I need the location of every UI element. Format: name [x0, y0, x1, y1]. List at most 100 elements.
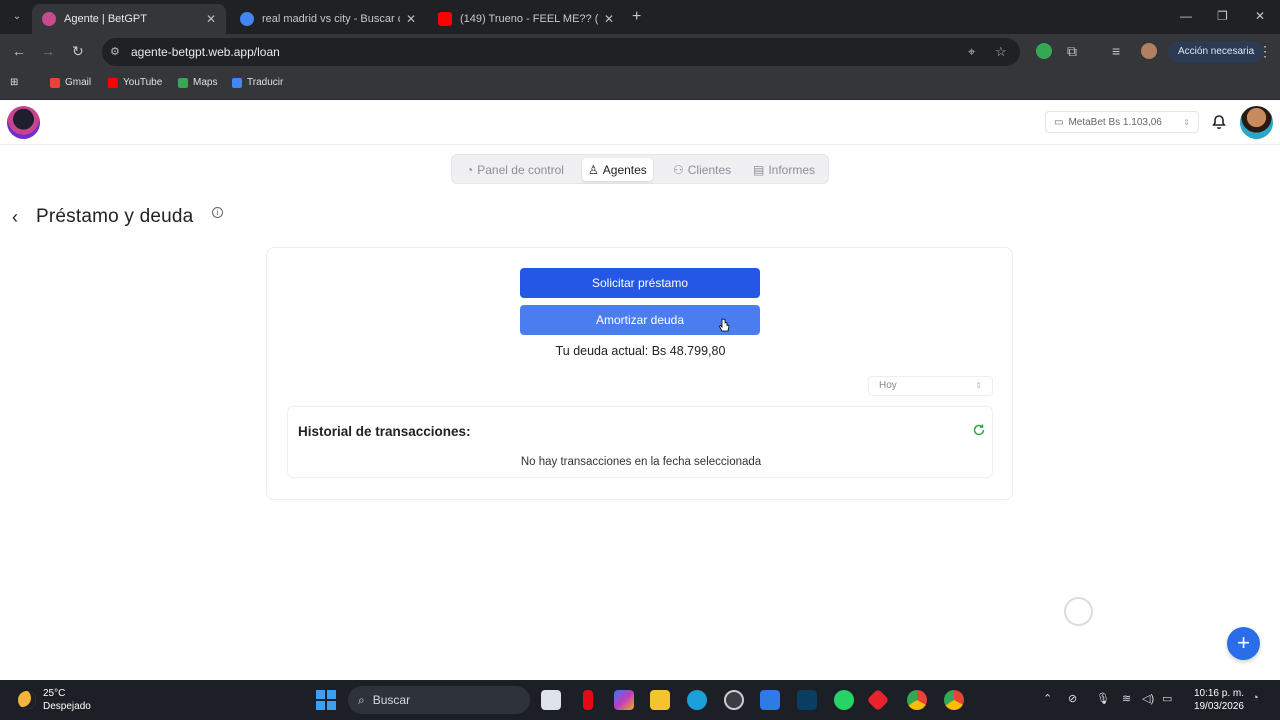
nav-informes[interactable]: ▤ Informes — [747, 158, 821, 181]
bookmark-label: Gmail — [65, 77, 92, 88]
weather-widget[interactable]: 25°C Despejado — [18, 687, 91, 713]
whatsapp-icon[interactable] — [834, 690, 854, 710]
bookmark-label: YouTube — [123, 77, 163, 88]
chrome-icon[interactable] — [907, 690, 927, 710]
taskbar-clock[interactable]: 10:16 p. m. 19/03/2026 — [1188, 687, 1244, 713]
loading-spinner-icon — [1064, 597, 1093, 626]
close-tab-icon[interactable]: ✕ — [406, 12, 416, 26]
forward-icon[interactable]: → — [41, 43, 55, 59]
tab-title: (149) Trueno - FEEL ME?? (Video) — [460, 13, 598, 25]
gauge-icon: ◔ — [466, 162, 474, 177]
bookmark-star-icon[interactable]: ☆ — [995, 44, 1007, 60]
nav-label: Informes — [768, 162, 816, 177]
netflix-icon[interactable] — [583, 690, 593, 710]
betgpt-logo[interactable] — [7, 106, 40, 139]
red-app-icon[interactable] — [866, 688, 890, 712]
copilot-icon[interactable] — [614, 690, 634, 710]
reload-icon[interactable]: ↻ — [72, 43, 84, 60]
restore-icon[interactable]: ❐ — [1217, 9, 1228, 23]
maps-icon — [178, 77, 188, 88]
location-icon[interactable]: ⌖ — [968, 44, 975, 60]
youtube-icon — [108, 77, 118, 88]
moon-icon — [18, 691, 36, 709]
site-info-icon[interactable]: ⚙ — [110, 45, 120, 58]
minimize-icon[interactable]: — — [1180, 9, 1192, 23]
browser-toolbar: ← → ↻ ⚙ agente-betgpt.web.app/loan ⌖ ☆ ⧉… — [0, 34, 1280, 70]
extension-icon[interactable] — [1036, 43, 1052, 59]
chrome-profile-icon[interactable] — [944, 690, 964, 710]
betgpt-favicon-icon — [42, 12, 56, 26]
clock-date: 19/03/2026 — [1193, 701, 1244, 712]
mouse-cursor-icon — [719, 318, 730, 332]
volume-icon[interactable]: ◁) — [1142, 692, 1154, 705]
wifi-icon[interactable]: ≋ — [1122, 692, 1131, 705]
user-avatar[interactable] — [1240, 106, 1273, 139]
bookmark-label: Traducir — [247, 77, 284, 88]
microphone-icon[interactable]: 🎙︎ — [1096, 692, 1110, 705]
youtube-favicon-icon — [438, 12, 452, 26]
store-icon[interactable] — [760, 690, 780, 710]
user-icon: ♙ — [588, 162, 599, 177]
info-icon[interactable]: i — [212, 207, 223, 218]
search-placeholder: Buscar — [372, 693, 411, 707]
date-filter-select[interactable]: Hoy ⇕ — [868, 376, 993, 396]
new-tab-icon[interactable]: + — [632, 8, 641, 26]
page-title: Préstamo y deuda — [36, 206, 194, 227]
gmail-icon — [50, 77, 60, 88]
balance-selector[interactable]: ▭ MetaBet Bs 1.103,06 ⇕ — [1045, 111, 1199, 133]
tray-eye-off-icon[interactable]: ⊘ — [1068, 692, 1077, 705]
profile-avatar-icon[interactable] — [1141, 43, 1157, 59]
apps-grid-icon[interactable]: ⊞ — [10, 77, 18, 88]
tab-youtube-video[interactable]: (149) Trueno - FEEL ME?? (Video) ✕ — [428, 4, 624, 34]
weather-desc: Despejado — [43, 701, 91, 712]
back-chevron-icon[interactable]: ‹ — [12, 207, 18, 228]
back-icon[interactable]: ← — [12, 43, 26, 59]
bookmarks-bar: ⊞ Gmail YouTube Maps Traducir — [0, 70, 1280, 100]
tray-chevron-up-icon[interactable]: ⌃ — [1043, 692, 1052, 705]
bookmark-gmail[interactable]: Gmail — [50, 77, 91, 88]
loan-card: Solicitar préstamo Amortizar deuda Tu de… — [266, 247, 1013, 500]
tab-search-chevron-icon[interactable]: ⌄ — [8, 8, 26, 26]
close-tab-icon[interactable]: ✕ — [206, 12, 216, 26]
weather-temp: 25°C — [43, 688, 66, 699]
users-icon: ⚇ — [673, 162, 684, 177]
nav-agentes[interactable]: ♙ Agentes — [582, 158, 653, 181]
refresh-icon[interactable] — [972, 423, 986, 437]
url-text[interactable]: agente-betgpt.web.app/loan — [131, 45, 280, 59]
close-tab-icon[interactable]: ✕ — [604, 12, 614, 26]
chevron-updown-icon: ⇕ — [975, 381, 982, 390]
close-window-icon[interactable]: ✕ — [1255, 9, 1265, 23]
bell-icon[interactable] — [1211, 114, 1227, 130]
address-bar[interactable]: ⚙ agente-betgpt.web.app/loan ⌖ ☆ — [102, 38, 1020, 66]
main-nav: ◔ Panel de control ♙ Agentes ⚇ Clientes … — [451, 154, 829, 184]
extensions-puzzle-icon[interactable]: ⧉ — [1067, 43, 1077, 60]
taskbar-search[interactable]: ⌕ Buscar — [348, 686, 530, 714]
add-fab-button[interactable]: + — [1227, 627, 1260, 660]
settings-icon[interactable] — [724, 690, 744, 710]
action-required-button[interactable]: Acción necesaria — [1168, 41, 1265, 63]
nav-clientes[interactable]: ⚇ Clientes — [667, 158, 737, 181]
balance-text: MetaBet Bs 1.103,06 — [1068, 116, 1162, 128]
disney-plus-icon[interactable] — [797, 690, 817, 710]
bookmark-youtube[interactable]: YouTube — [108, 77, 162, 88]
media-control-icon[interactable]: ≡ — [1112, 43, 1120, 59]
edge-icon[interactable] — [687, 690, 707, 710]
bookmark-traducir[interactable]: Traducir — [232, 77, 283, 88]
windows-taskbar: 25°C Despejado ⌕ Buscar ⌃ ⊘ 🎙︎ ≋ ◁) ▭ 10… — [0, 680, 1280, 720]
tab-agente-betgpt[interactable]: Agente | BetGPT ✕ — [32, 4, 226, 34]
clipboard-icon: ▤ — [753, 162, 765, 177]
task-view-icon[interactable] — [541, 690, 561, 710]
search-icon: ⌕ — [358, 692, 365, 707]
request-loan-button[interactable]: Solicitar préstamo — [520, 268, 760, 298]
nav-panel-de-control[interactable]: ◔ Panel de control — [460, 158, 570, 181]
notification-bell-icon[interactable]: ◔ — [1252, 692, 1259, 704]
battery-icon[interactable]: ▭ — [1162, 692, 1172, 705]
history-empty-message: No hay transacciones en la fecha selecci… — [520, 456, 762, 468]
wallet-icon: ▭ — [1054, 116, 1064, 128]
bookmark-label: Maps — [193, 77, 218, 88]
tab-google-search[interactable]: real madrid vs city - Buscar con Google … — [230, 4, 426, 34]
bookmark-maps[interactable]: Maps — [178, 77, 217, 88]
windows-start-icon[interactable] — [316, 690, 336, 710]
file-explorer-icon[interactable] — [650, 690, 670, 710]
tab-title: Agente | BetGPT — [64, 13, 147, 25]
